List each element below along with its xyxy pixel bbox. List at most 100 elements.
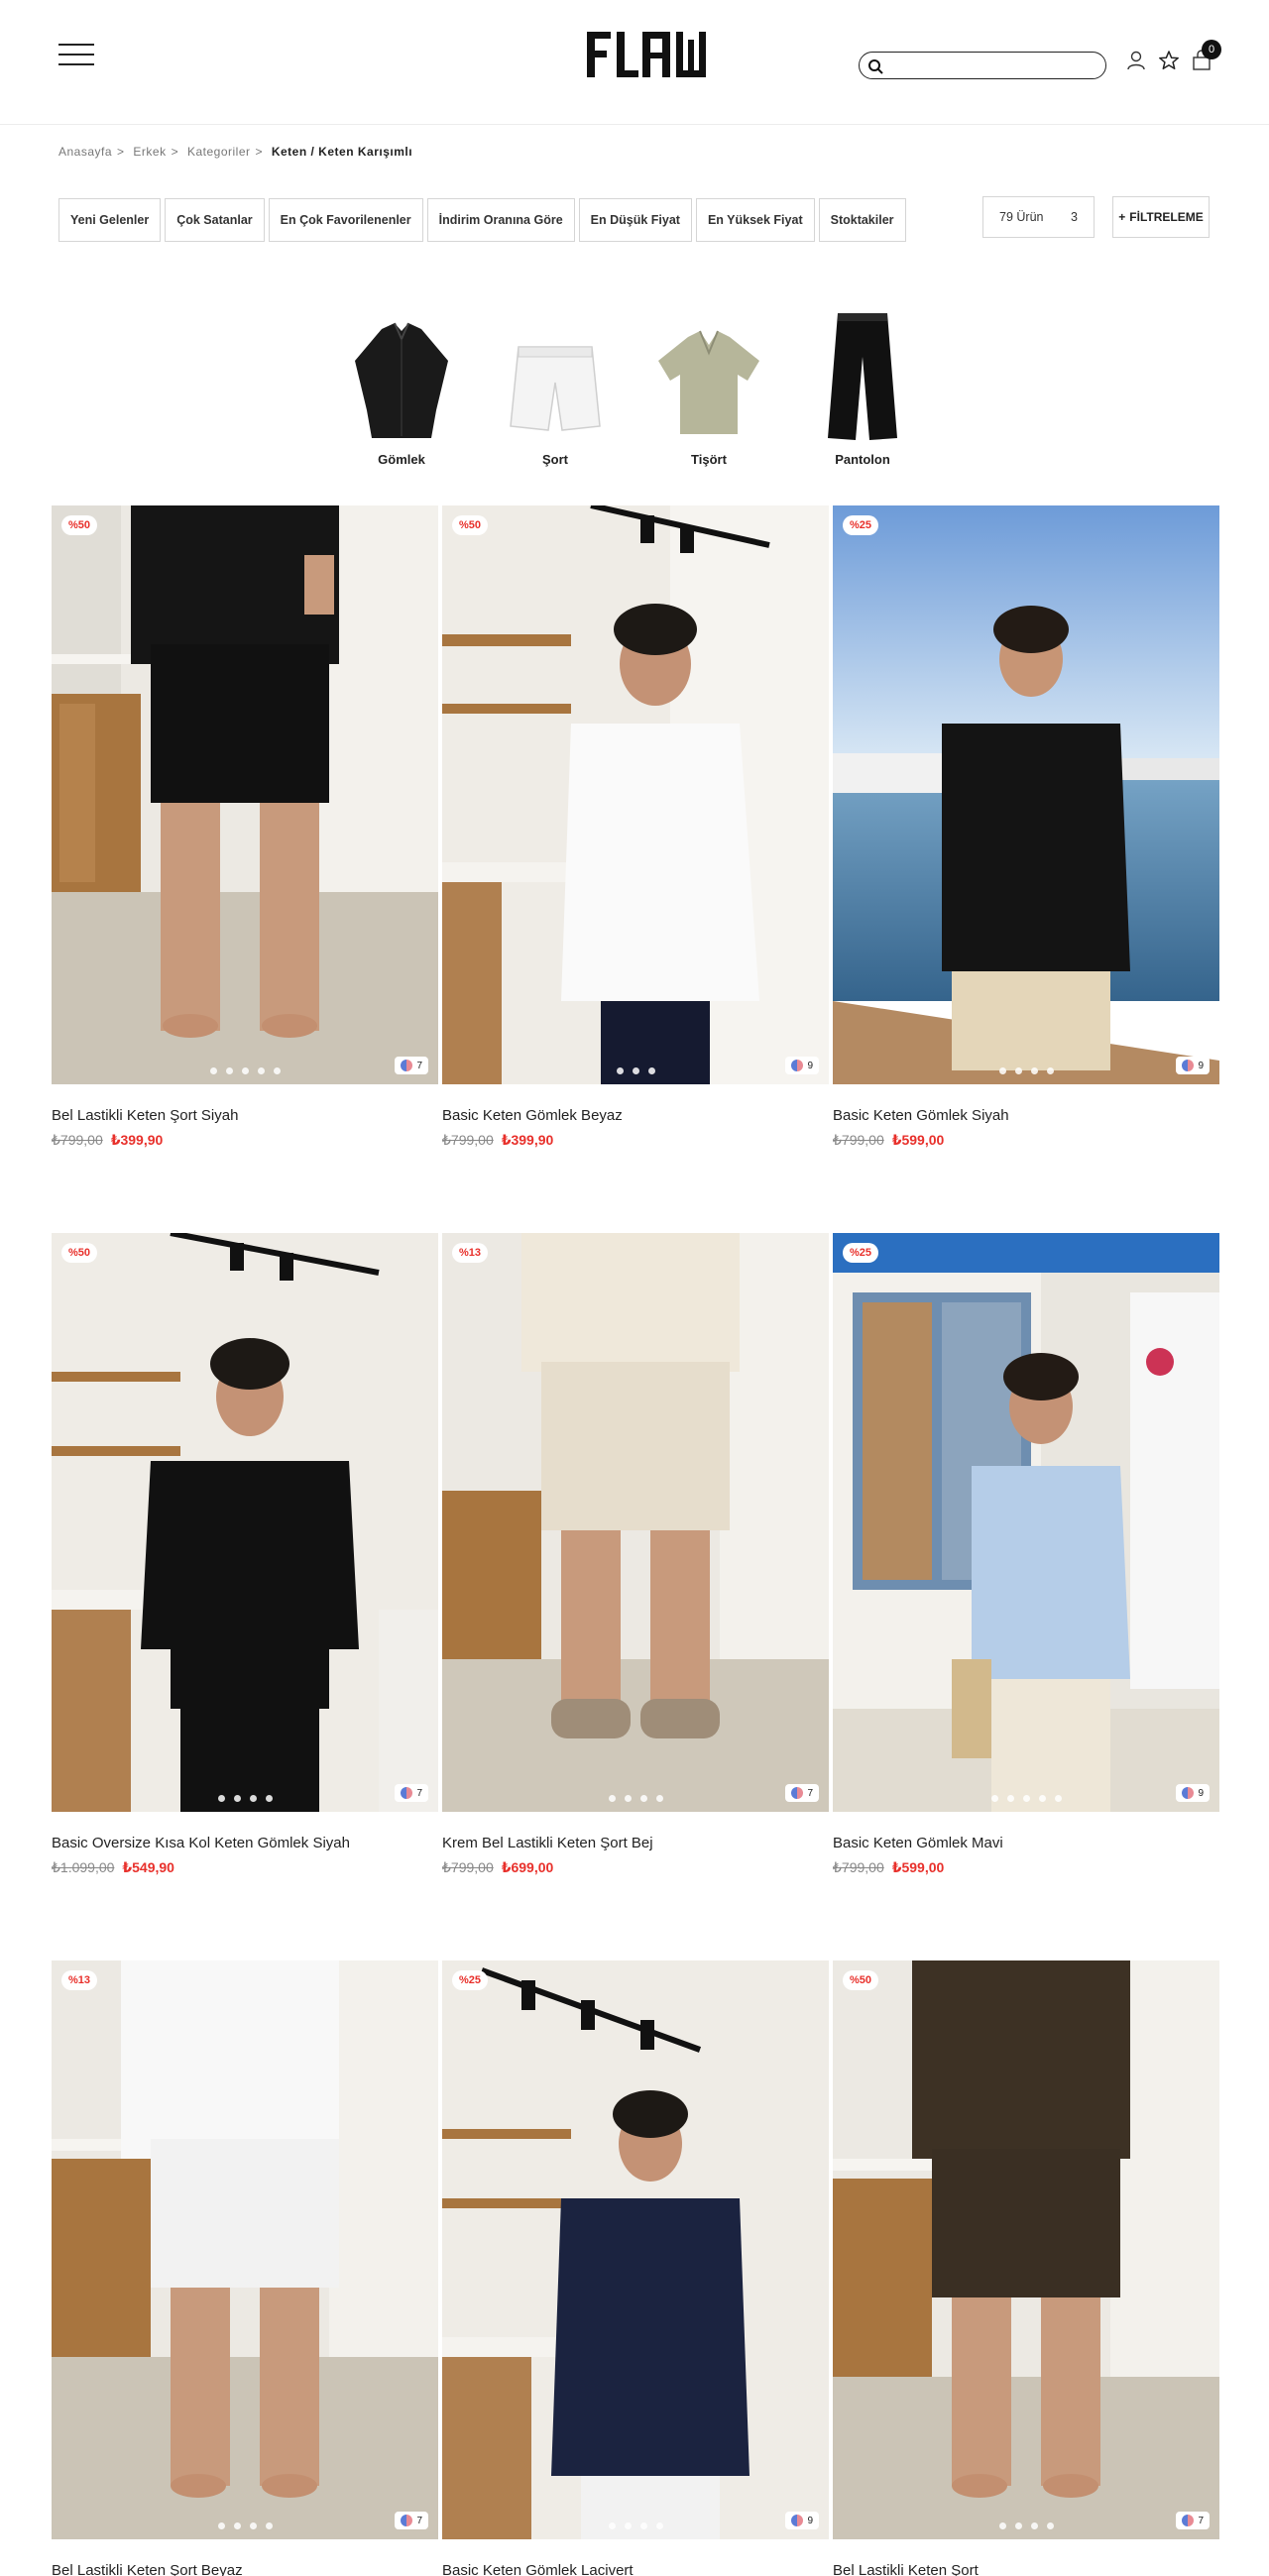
color-swatch-icon <box>791 1060 804 1071</box>
sale-price: ₺699,00 <box>501 1859 554 1875</box>
black-shirt-icon <box>355 322 448 438</box>
image-carousel-dots[interactable] <box>833 1067 1219 1074</box>
product-name[interactable]: Bel Lastikli Keten Şort Beyaz <box>52 2562 243 2576</box>
sale-price: ₺549,90 <box>122 1859 174 1875</box>
image-carousel-dots[interactable] <box>52 1067 438 1074</box>
color-swatch-icon <box>791 2515 804 2526</box>
color-variants-badge[interactable]: 9 <box>1176 1057 1210 1074</box>
category-label: Gömlek <box>378 452 425 467</box>
product-image[interactable]: %13 7 <box>442 1233 829 1812</box>
product-photo-brown-shorts <box>833 1960 1219 2539</box>
sale-price: ₺399,90 <box>501 1132 554 1148</box>
category-carousel: Gömlek Şort Tişört Pantolon <box>337 311 932 470</box>
product-image[interactable]: %25 9 <box>833 1233 1219 1812</box>
beige-polo-icon <box>658 330 759 434</box>
product-name[interactable]: Basic Keten Gömlek Mavi <box>833 1835 1003 1851</box>
product-name[interactable]: Basic Keten Gömlek Siyah <box>833 1107 1009 1124</box>
user-icon[interactable] <box>1125 50 1147 71</box>
sort-discount-button[interactable]: İndirim Oranına Göre <box>426 198 575 242</box>
color-variants-badge[interactable]: 9 <box>785 1057 819 1074</box>
old-price: ₺1.099,00 <box>52 1859 115 1875</box>
search-input[interactable] <box>887 56 1097 75</box>
color-variants-badge[interactable]: 7 <box>395 2512 428 2529</box>
breadcrumb-separator: > <box>171 145 179 159</box>
sort-options-bar: Yeni Gelenler Çok Satanlar En Çok Favori… <box>58 198 906 242</box>
search-bar[interactable] <box>859 52 1106 79</box>
color-count: 9 <box>1198 1060 1204 1071</box>
product-image[interactable]: %13 7 <box>52 1960 438 2539</box>
grid-columns-value[interactable]: 3 <box>1071 210 1078 224</box>
menu-icon[interactable] <box>58 44 94 65</box>
product-prices: ₺799,00 ₺599,00 <box>833 1859 944 1876</box>
image-carousel-dots[interactable] <box>833 2522 1219 2529</box>
color-swatch-icon <box>791 1787 804 1799</box>
color-variants-badge[interactable]: 7 <box>395 1057 428 1074</box>
discount-badge: %50 <box>843 1970 879 1990</box>
discount-badge: %25 <box>452 1970 489 1990</box>
color-variants-badge[interactable]: 7 <box>785 1784 819 1802</box>
category-label: Pantolon <box>835 452 890 467</box>
image-carousel-dots[interactable] <box>52 1795 438 1802</box>
product-name[interactable]: Basic Keten Gömlek Beyaz <box>442 1107 623 1124</box>
image-carousel-dots[interactable] <box>833 1795 1219 1802</box>
breadcrumb-men[interactable]: Erkek <box>133 145 166 159</box>
image-carousel-dots[interactable] <box>442 1067 829 1074</box>
flaw-logo[interactable] <box>583 26 708 81</box>
sort-lowest-price-button[interactable]: En Düşük Fiyat <box>578 198 692 242</box>
image-carousel-dots[interactable] <box>52 2522 438 2529</box>
product-photo-black-shirt-marina <box>833 505 1219 1084</box>
product-image[interactable]: %25 9 <box>833 505 1219 1084</box>
color-count: 7 <box>416 1787 422 1799</box>
breadcrumb-categories[interactable]: Kategoriler <box>187 145 251 159</box>
color-swatch-icon <box>401 2515 413 2526</box>
color-variants-badge[interactable]: 9 <box>785 2512 819 2529</box>
product-photo-black-shorts <box>52 505 438 1084</box>
breadcrumb-separator: > <box>117 145 125 159</box>
category-shirt[interactable]: Gömlek <box>337 311 466 470</box>
sort-most-favorited-button[interactable]: En Çok Favorilenenler <box>268 198 423 242</box>
sort-in-stock-button[interactable]: Stoktakiler <box>818 198 906 242</box>
product-name[interactable]: Krem Bel Lastikli Keten Şort Bej <box>442 1835 653 1851</box>
sort-highest-price-button[interactable]: En Yüksek Fiyat <box>695 198 815 242</box>
breadcrumb-separator: > <box>255 145 263 159</box>
discount-badge: %50 <box>452 515 489 535</box>
search-icon <box>868 59 883 74</box>
old-price: ₺799,00 <box>442 1132 494 1148</box>
old-price: ₺799,00 <box>52 1132 103 1148</box>
breadcrumb-home[interactable]: Anasayfa <box>58 145 112 159</box>
favorites-star-icon[interactable] <box>1158 50 1180 71</box>
category-tshirt[interactable]: Tişört <box>644 311 773 470</box>
color-count: 7 <box>807 1787 813 1799</box>
product-name[interactable]: Basic Keten Gömlek Lacivert <box>442 2562 634 2576</box>
color-count: 9 <box>807 1060 813 1071</box>
image-carousel-dots[interactable] <box>442 2522 829 2529</box>
category-shorts[interactable]: Şort <box>491 311 620 470</box>
product-name[interactable]: Bel Lastikli Keten Şort <box>833 2562 979 2576</box>
product-name[interactable]: Bel Lastikli Keten Şort Siyah <box>52 1107 238 1124</box>
sort-newest-button[interactable]: Yeni Gelenler <box>58 198 162 242</box>
product-name[interactable]: Basic Oversize Kısa Kol Keten Gömlek Siy… <box>52 1835 350 1851</box>
product-prices: ₺799,00 ₺399,90 <box>52 1132 163 1149</box>
old-price: ₺799,00 <box>833 1859 884 1875</box>
discount-badge: %50 <box>61 1243 98 1263</box>
product-image[interactable]: %50 9 <box>442 505 829 1084</box>
product-photo-white-shorts <box>52 1960 438 2539</box>
color-count: 7 <box>416 2515 422 2526</box>
product-photo-white-shirt <box>442 505 829 1084</box>
product-image[interactable]: %50 7 <box>52 505 438 1084</box>
product-image[interactable]: %25 9 <box>442 1960 829 2539</box>
product-image[interactable]: %50 7 <box>833 1960 1219 2539</box>
color-variants-badge[interactable]: 7 <box>1176 2512 1210 2529</box>
image-carousel-dots[interactable] <box>442 1795 829 1802</box>
old-price: ₺799,00 <box>442 1859 494 1875</box>
black-trousers-icon <box>828 313 897 440</box>
product-image[interactable]: %50 7 <box>52 1233 438 1812</box>
filter-button[interactable]: + FİLTRELEME <box>1112 196 1210 238</box>
color-variants-badge[interactable]: 7 <box>395 1784 428 1802</box>
sort-bestsellers-button[interactable]: Çok Satanlar <box>165 198 265 242</box>
product-prices: ₺799,00 ₺399,90 <box>442 1132 553 1149</box>
color-swatch-icon <box>1182 2515 1195 2526</box>
color-variants-badge[interactable]: 9 <box>1176 1784 1210 1802</box>
category-trousers[interactable]: Pantolon <box>798 311 927 470</box>
product-count-grid-toggle[interactable]: 79 Ürün 3 <box>982 196 1095 238</box>
